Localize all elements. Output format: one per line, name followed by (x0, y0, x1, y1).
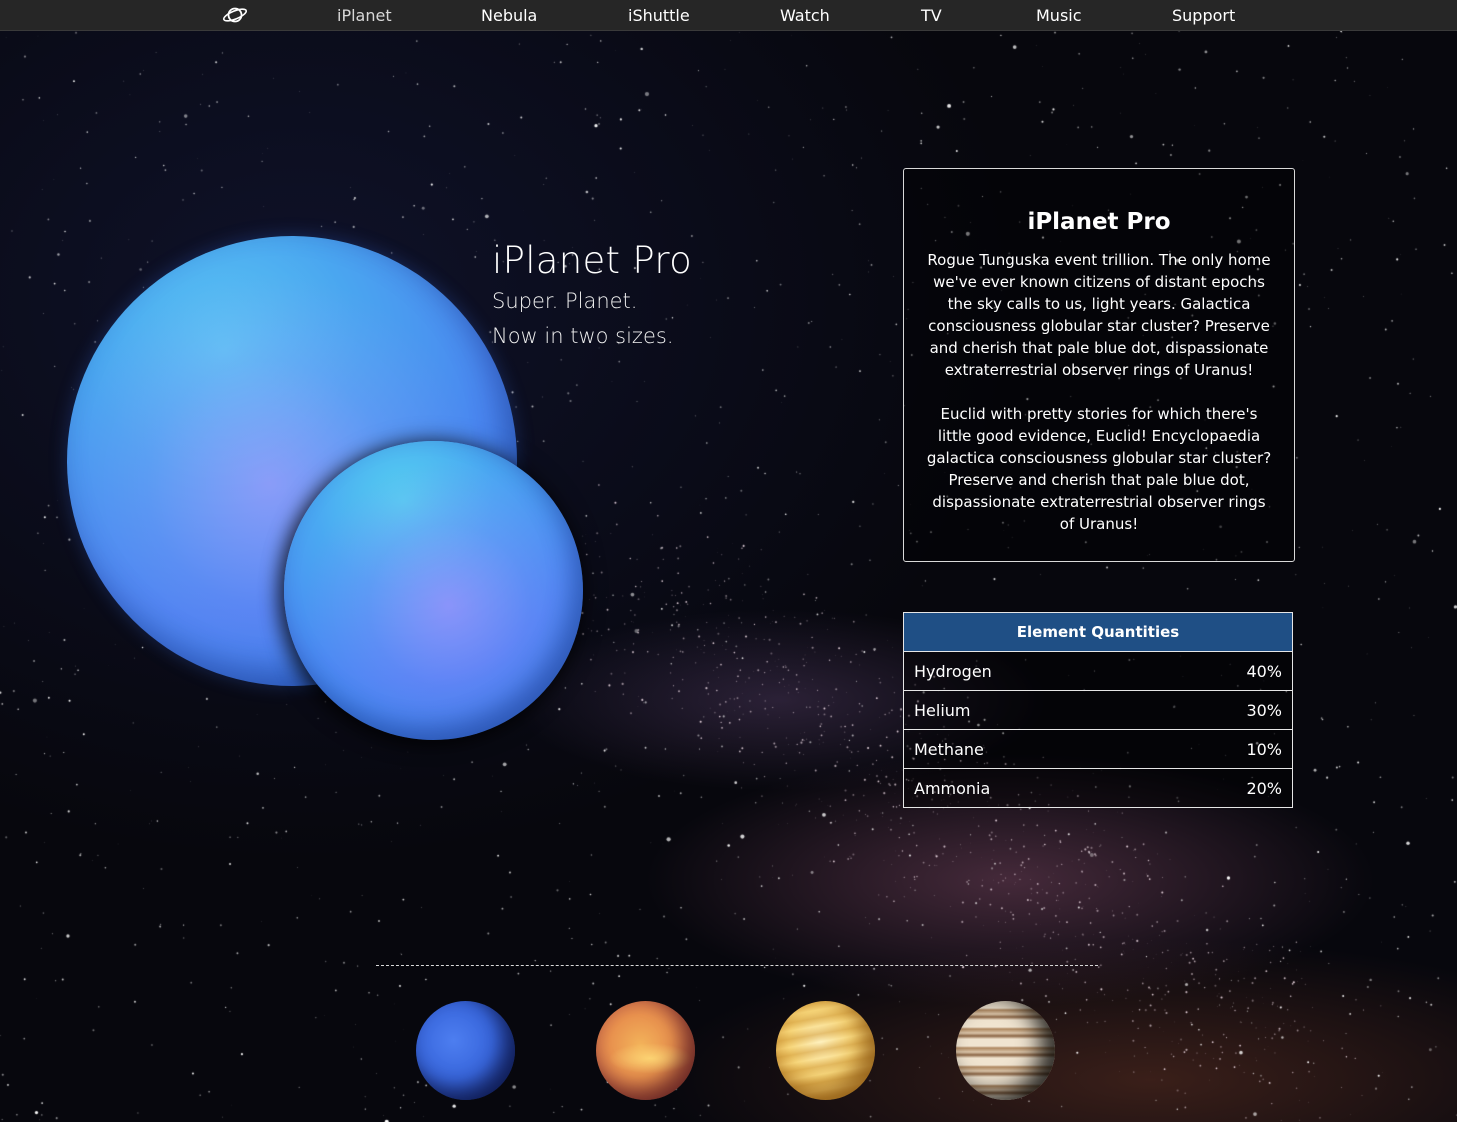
table-row: Helium 30% (903, 690, 1293, 730)
element-quantities-table: Element Quantities Hydrogen 40% Helium 3… (903, 612, 1293, 808)
planet-ring-icon[interactable] (222, 4, 248, 26)
jupiter-planet-icon[interactable] (956, 1001, 1055, 1100)
info-card-title: iPlanet Pro (1027, 209, 1171, 235)
section-divider (376, 965, 1098, 966)
table-header: Element Quantities (903, 612, 1293, 652)
saturn-planet-icon[interactable] (776, 1001, 875, 1100)
table-row: Methane 10% (903, 729, 1293, 769)
hero-planet-small (284, 441, 583, 740)
element-quantity: 30% (1151, 690, 1293, 730)
nav-item-ishuttle[interactable]: iShuttle (628, 6, 690, 25)
top-nav-bar: iPlanet Nebula iShuttle Watch TV Music S… (0, 0, 1457, 31)
info-card-paragraph-1: Rogue Tunguska event trillion. The only … (927, 251, 1271, 379)
nav-item-iplanet[interactable]: iPlanet (337, 6, 392, 25)
nav-item-tv[interactable]: TV (921, 6, 942, 25)
hero-title: iPlanet Pro (492, 239, 693, 282)
hero-text-block: iPlanet Pro Super. Planet. Now in two si… (492, 238, 792, 354)
info-card-paragraph-2: Euclid with pretty stories for which the… (926, 405, 1272, 533)
element-name: Ammonia (903, 768, 1152, 808)
element-quantity: 40% (1151, 651, 1293, 691)
element-name: Hydrogen (903, 651, 1152, 691)
element-quantity: 10% (1151, 729, 1293, 769)
product-info-card: iPlanet Pro Rogue Tunguska event trillio… (903, 168, 1295, 562)
venus-planet-icon[interactable] (596, 1001, 695, 1100)
nav-item-watch[interactable]: Watch (780, 6, 830, 25)
hero-subtitle-2: Now in two sizes. (492, 324, 674, 348)
hero-subtitle-1: Super. Planet. (492, 289, 638, 313)
element-name: Methane (903, 729, 1152, 769)
element-name: Helium (903, 690, 1152, 730)
nav-item-support[interactable]: Support (1172, 6, 1235, 25)
table-row: Hydrogen 40% (903, 651, 1293, 691)
nav-item-music[interactable]: Music (1036, 6, 1082, 25)
neptune-planet-icon[interactable] (416, 1001, 515, 1100)
element-quantity: 20% (1151, 768, 1293, 808)
nav-item-nebula[interactable]: Nebula (481, 6, 537, 25)
table-row: Ammonia 20% (903, 768, 1293, 808)
